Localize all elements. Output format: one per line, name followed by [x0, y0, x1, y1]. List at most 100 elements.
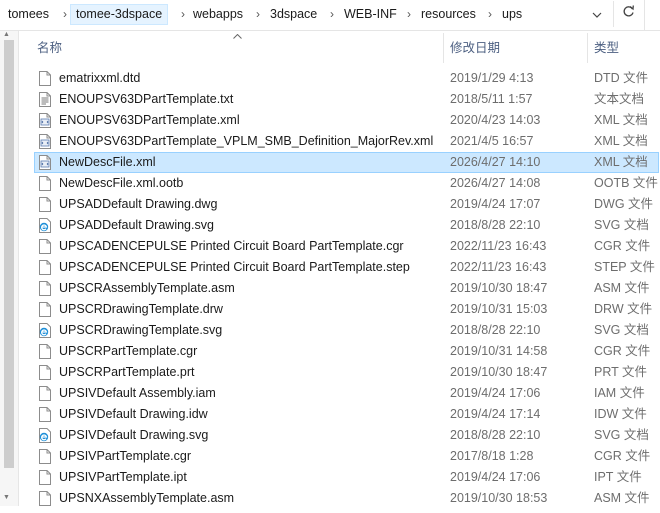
file-name: UPSIVPartTemplate.ipt: [59, 470, 187, 484]
blank-file-icon: [39, 470, 51, 485]
file-type: OOTB 文件: [594, 176, 658, 190]
file-name: UPSIVDefault Drawing.svg: [59, 428, 209, 442]
text-file-icon: [39, 92, 51, 107]
file-row[interactable]: UPSCADENCEPULSE Printed Circuit Board Pa…: [35, 257, 658, 278]
file-modified-date: 2019/10/31 15:03: [450, 302, 548, 316]
file-type: IDW 文件: [594, 407, 647, 421]
breadcrumb-web-inf[interactable]: WEB-INF: [339, 5, 402, 24]
file-row[interactable]: UPSCADENCEPULSE Printed Circuit Board Pa…: [35, 236, 658, 257]
file-row[interactable]: UPSIVDefault Drawing.svg 2018/8/28 22:10 S…: [35, 425, 658, 446]
file-name: UPSCRDrawingTemplate.svg: [59, 323, 223, 337]
file-modified-date: 2021/4/5 16:57: [450, 134, 534, 148]
file-name: UPSADDefault Drawing.dwg: [59, 197, 218, 211]
column-header-date[interactable]: 修改日期: [450, 33, 500, 63]
file-name: UPSIVDefault Assembly.iam: [59, 386, 216, 400]
breadcrumb-3dspace[interactable]: 3dspace: [265, 5, 322, 24]
breadcrumb-ups[interactable]: ups: [497, 5, 527, 24]
file-row[interactable]: ENOUPSV63DPartTemplate.txt 2018/5/11 1:57…: [35, 89, 658, 110]
blank-file-icon: [39, 344, 51, 359]
file-name: NewDescFile.xml: [59, 155, 156, 169]
column-header-type[interactable]: 类型: [594, 33, 619, 63]
file-row-selected[interactable]: NewDescFile.xml 2026/4/27 14:10 XML 文档: [34, 152, 659, 173]
blank-file-icon: [39, 302, 51, 317]
file-type: SVG 文档: [594, 218, 649, 232]
file-type: SVG 文档: [594, 428, 649, 442]
file-modified-date: 2022/11/23 16:43: [450, 260, 547, 274]
file-type: DWG 文件: [594, 197, 654, 211]
blank-file-icon: [39, 176, 51, 191]
file-row[interactable]: UPSADDefault Drawing.dwg 2019/4/24 17:07 D…: [35, 194, 658, 215]
chevron-right-icon[interactable]: ›: [403, 5, 415, 24]
blank-file-icon: [39, 281, 51, 296]
scroll-up-icon[interactable]: ▲: [3, 31, 10, 38]
file-name: ENOUPSV63DPartTemplate.txt: [59, 92, 234, 106]
file-modified-date: 2019/4/24 17:06: [450, 386, 541, 400]
file-name: UPSADDefault Drawing.svg: [59, 218, 214, 232]
file-row[interactable]: UPSCRPartTemplate.prt 2019/10/30 18:47 PRT…: [35, 362, 658, 383]
column-separator[interactable]: [443, 33, 444, 63]
column-header-name[interactable]: 名称: [37, 33, 62, 63]
file-type: XML 文档: [594, 113, 648, 127]
breadcrumb-tomee-3dspace[interactable]: tomee-3dspace: [70, 4, 169, 25]
file-row[interactable]: ENOUPSV63DPartTemplate.xml 2020/4/23 14:0…: [35, 110, 658, 131]
blank-file-icon: [39, 197, 51, 212]
file-name: ENOUPSV63DPartTemplate.xml: [59, 113, 240, 127]
refresh-icon[interactable]: [613, 1, 643, 27]
file-type: 文本文档: [594, 92, 645, 106]
file-modified-date: 2019/10/30 18:47: [450, 365, 548, 379]
breadcrumb-resources[interactable]: resources: [416, 5, 481, 24]
file-row[interactable]: UPSIVPartTemplate.cgr 2017/8/18 1:28 CGR 文…: [35, 446, 658, 467]
file-name: UPSCADENCEPULSE Printed Circuit Board Pa…: [59, 260, 410, 274]
blank-file-icon: [39, 386, 51, 401]
blank-file-icon: [39, 365, 51, 380]
file-row[interactable]: UPSIVDefault Assembly.iam 2019/4/24 17:06…: [35, 383, 658, 404]
chevron-right-icon[interactable]: ›: [484, 5, 496, 24]
file-row[interactable]: ematrixxml.dtd 2019/1/29 4:13 DTD 文件: [35, 68, 658, 89]
file-name: UPSCRPartTemplate.cgr: [59, 344, 198, 358]
file-modified-date: 2022/11/23 16:43: [450, 239, 547, 253]
file-modified-date: 2020/4/23 14:03: [450, 113, 541, 127]
file-row[interactable]: NewDescFile.xml.ootb 2026/4/27 14:08 OOTB …: [35, 173, 658, 194]
file-type: IPT 文件: [594, 470, 642, 484]
file-row[interactable]: UPSCRDrawingTemplate.svg 2018/8/28 22:10 S…: [35, 320, 658, 341]
file-modified-date: 2018/5/11 1:57: [450, 92, 533, 106]
scrollbar-thumb[interactable]: [4, 40, 14, 468]
pane-divider[interactable]: [18, 31, 19, 506]
chevron-right-icon[interactable]: ›: [252, 5, 264, 24]
file-row[interactable]: ENOUPSV63DPartTemplate_VPLM_SMB_Definiti…: [35, 131, 658, 152]
edge-svg-icon: [39, 323, 51, 338]
file-type: DTD 文件: [594, 71, 649, 85]
file-row[interactable]: UPSIVPartTemplate.ipt 2019/4/24 17:06 IPT …: [35, 467, 658, 488]
file-modified-date: 2018/8/28 22:10: [450, 428, 541, 442]
scroll-down-icon[interactable]: ▼: [3, 494, 10, 501]
file-name: UPSCRDrawingTemplate.drw: [59, 302, 223, 316]
column-separator[interactable]: [587, 33, 588, 63]
file-modified-date: 2026/4/27 14:08: [450, 176, 541, 190]
file-row[interactable]: UPSCRDrawingTemplate.drw 2019/10/31 15:03…: [35, 299, 658, 320]
file-modified-date: 2017/8/18 1:28: [450, 449, 534, 463]
file-name: NewDescFile.xml.ootb: [59, 176, 184, 190]
file-row[interactable]: UPSADDefault Drawing.svg 2018/8/28 22:10 S…: [35, 215, 658, 236]
file-row[interactable]: UPSIVDefault Drawing.idw 2019/4/24 17:14 I…: [35, 404, 658, 425]
file-name: ematrixxml.dtd: [59, 71, 141, 85]
file-type: CGR 文件: [594, 449, 651, 463]
file-row[interactable]: UPSCRAssemblyTemplate.asm 2019/10/30 18:4…: [35, 278, 658, 299]
file-modified-date: 2018/8/28 22:10: [450, 218, 541, 232]
chevron-right-icon[interactable]: ›: [326, 5, 338, 24]
file-name: UPSIVDefault Drawing.idw: [59, 407, 208, 421]
file-type: ASM 文件: [594, 281, 650, 295]
file-modified-date: 2019/10/31 14:58: [450, 344, 548, 358]
file-modified-date: 2019/4/24 17:06: [450, 470, 541, 484]
file-row[interactable]: UPSCRPartTemplate.cgr 2019/10/31 14:58 CGR…: [35, 341, 658, 362]
file-type: IAM 文件: [594, 386, 645, 400]
chevron-down-icon[interactable]: [585, 2, 609, 26]
blank-file-icon: [39, 239, 51, 254]
xml-file-icon: [39, 134, 51, 149]
edge-svg-icon: [39, 218, 51, 233]
file-modified-date: 2018/8/28 22:10: [450, 323, 541, 337]
address-bar[interactable]: tomees › tomee-3dspace › webapps › 3dspa…: [0, 0, 660, 31]
file-name: UPSIVPartTemplate.cgr: [59, 449, 191, 463]
breadcrumb-webapps[interactable]: webapps: [188, 5, 248, 24]
breadcrumb-tomees[interactable]: tomees: [3, 5, 54, 24]
xml-file-icon: [39, 155, 51, 170]
